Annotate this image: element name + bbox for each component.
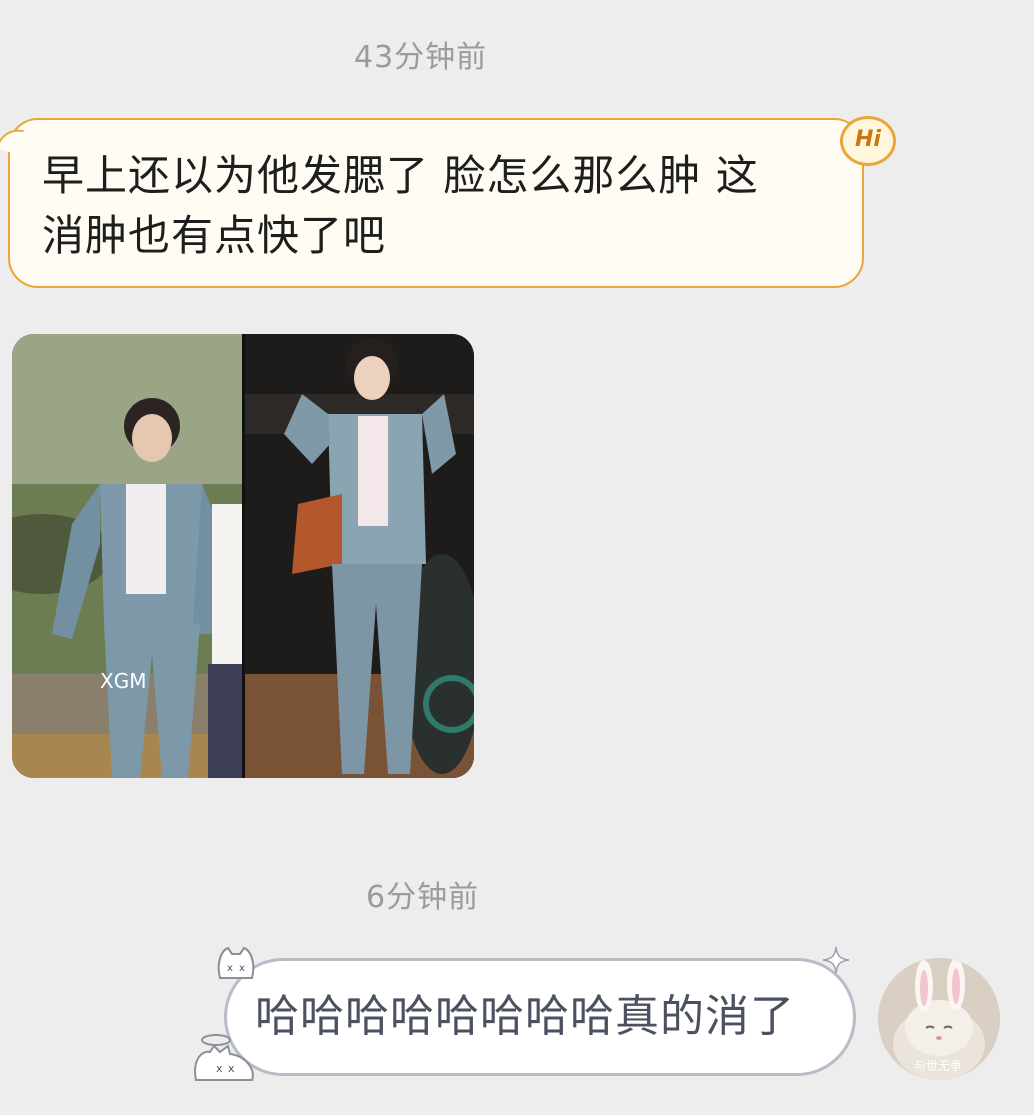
incoming-message-line-1: 早上还以为他发腮了 脸怎么那么肿 这	[42, 151, 759, 200]
image-message[interactable]: XGM	[12, 334, 474, 778]
svg-text:x: x	[239, 963, 245, 974]
hi-badge-label: Hi	[855, 127, 881, 152]
svg-text:x: x	[216, 1062, 223, 1075]
timestamp-1: 43分钟前	[354, 40, 488, 75]
cat-lying-icon: x x	[194, 1034, 254, 1081]
avatar-caption: 与世无争	[914, 1059, 963, 1073]
cat-face-icon: x x	[217, 946, 255, 979]
svg-text:x: x	[227, 963, 233, 974]
incoming-message-line-2: 消肿也有点快了吧	[42, 211, 387, 260]
sparkle-icon	[822, 946, 850, 974]
avatar[interactable]: 与世无争	[878, 958, 1000, 1080]
hi-badge-icon: Hi	[840, 116, 896, 166]
bubble-tail	[0, 126, 24, 154]
svg-text:x: x	[228, 1062, 235, 1075]
timestamp-2: 6分钟前	[366, 880, 480, 915]
photo-watermark: XGM	[100, 669, 146, 693]
incoming-message-bubble[interactable]: 早上还以为他发腮了 脸怎么那么肿 这 消肿也有点快了吧	[0, 118, 864, 288]
outgoing-message-text: 哈哈哈哈哈哈哈哈真的消了	[255, 991, 795, 1042]
photo-collage: XGM	[12, 334, 474, 778]
outgoing-message-bubble[interactable]: 哈哈哈哈哈哈哈哈真的消了	[224, 958, 856, 1076]
incoming-message-text: 早上还以为他发腮了 脸怎么那么肿 这 消肿也有点快了吧	[42, 146, 842, 266]
